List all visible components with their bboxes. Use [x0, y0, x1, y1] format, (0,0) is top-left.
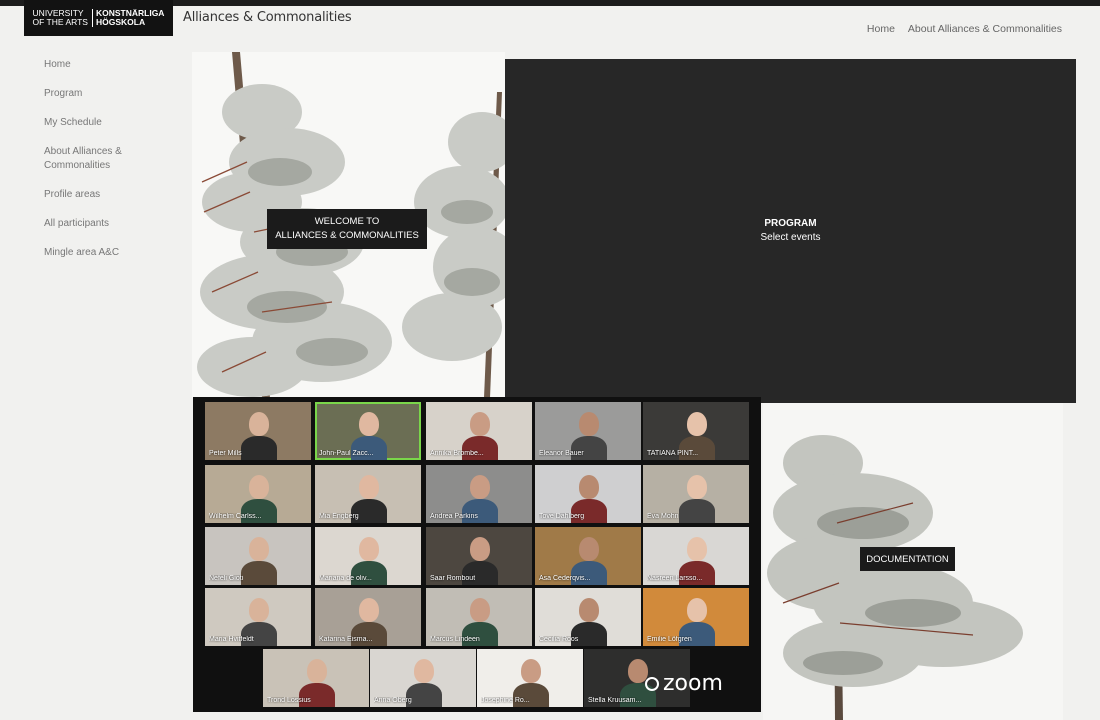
participant-face [249, 598, 269, 622]
participant-name: Stella Kruusam... [588, 697, 642, 704]
documentation-button[interactable]: DOCUMENTATION [860, 547, 955, 571]
top-nav: Home About Alliances & Commonalities [867, 23, 1062, 35]
participant-name: Nasreen Larsso... [647, 575, 703, 582]
participant-name: John-Paul Zacc... [319, 450, 374, 457]
participant-name: Eleanor Bauer [539, 450, 584, 457]
welcome-line-2: ALLIANCES & COMMONALITIES [275, 230, 419, 241]
participant-name: Saar Rombout [430, 575, 476, 582]
participant-face [521, 659, 541, 683]
participant-tile[interactable]: Anna Öberg [370, 649, 476, 707]
participant-face [579, 412, 599, 436]
participant-tile[interactable]: Wilhelm Carlss... [205, 465, 311, 523]
participant-name: Maria Hvitfeldt [209, 636, 254, 643]
participant-tile[interactable]: TATIANA PINT... [643, 402, 749, 460]
participant-tile[interactable]: Annika Brombe... [426, 402, 532, 460]
participant-name: Cecilia Roos [539, 636, 579, 643]
participant-face [307, 659, 327, 683]
sidebar-item-all-participants[interactable]: All participants [44, 217, 144, 231]
participant-face [470, 598, 490, 622]
participant-name: Nefeli Gioti [209, 575, 244, 582]
zoom-gallery: Peter Mills John-Paul Zacc... Annika Bromb… [193, 397, 761, 712]
participant-tile[interactable]: Mia Engberg [315, 465, 421, 523]
participant-tile[interactable]: Andrea Parkins [426, 465, 532, 523]
participant-name: Katarina Eisma... [319, 636, 373, 643]
participant-face [414, 659, 434, 683]
participant-face [359, 537, 379, 561]
participant-tile[interactable]: Tove Dahlberg [535, 465, 641, 523]
participant-tile[interactable]: Peter Mills [205, 402, 311, 460]
participant-name: Andrea Parkins [430, 513, 478, 520]
participant-face [249, 412, 269, 436]
participant-tile[interactable]: Trond Lossius [263, 649, 369, 707]
logo-line: OF THE ARTS [32, 17, 88, 27]
participant-video [679, 499, 715, 523]
participant-tile[interactable]: Emilie Löfgren [643, 588, 749, 646]
participant-face [687, 598, 707, 622]
participant-name: Eva Mohn [647, 513, 679, 520]
participant-face [359, 475, 379, 499]
participant-face [579, 598, 599, 622]
participant-face [249, 475, 269, 499]
participant-tile[interactable]: Mariana de oliv... [315, 527, 421, 585]
participant-name: Anna Öberg [374, 697, 412, 704]
participant-face [470, 537, 490, 561]
logo-line: HÖGSKOLA [95, 17, 146, 27]
participant-tile[interactable]: John-Paul Zacc... [315, 402, 421, 460]
participant-video [241, 436, 277, 460]
participant-name: Trond Lossius [267, 697, 311, 704]
topnav-home-link[interactable]: Home [867, 23, 895, 35]
welcome-line-1: WELCOME TO [314, 216, 380, 227]
participant-name: Annika Brombe... [430, 450, 484, 457]
participant-name: Josephine Ro... [481, 697, 530, 704]
sidebar-item-home[interactable]: Home [44, 58, 144, 72]
participant-face [249, 537, 269, 561]
program-subtitle: Select events [760, 232, 821, 243]
participant-tile[interactable]: Åsa Cederqvis... [535, 527, 641, 585]
participant-face [359, 598, 379, 622]
participant-face [687, 412, 707, 436]
participant-face [470, 412, 490, 436]
participant-face [579, 475, 599, 499]
sidebar-item-profile-areas[interactable]: Profile areas [44, 188, 144, 202]
participant-face [359, 412, 379, 436]
participant-face [687, 537, 707, 561]
zoom-brand: zoom [663, 671, 723, 696]
participant-tile[interactable]: Nasreen Larsso... [643, 527, 749, 585]
sidebar-item-my-schedule[interactable]: My Schedule [44, 116, 144, 130]
participant-face [470, 475, 490, 499]
participant-name: Mia Engberg [319, 513, 359, 520]
participant-tile[interactable]: Josephine Ro... [477, 649, 583, 707]
topnav-about-link[interactable]: About Alliances & Commonalities [908, 23, 1062, 35]
participant-tile[interactable]: Maria Hvitfeldt [205, 588, 311, 646]
participant-name: Peter Mills [209, 450, 242, 457]
sidebar-item-about[interactable]: About Alliances & Commonalities [44, 145, 144, 173]
participant-tile[interactable]: Eleanor Bauer [535, 402, 641, 460]
sidebar-item-program[interactable]: Program [44, 87, 144, 101]
participant-tile[interactable]: Katarina Eisma... [315, 588, 421, 646]
participant-name: Marcus Lindeen [430, 636, 480, 643]
program-panel[interactable]: PROGRAM Select events [505, 59, 1076, 403]
participant-name: Åsa Cederqvis... [539, 575, 591, 582]
participant-tile[interactable]: Cecilia Roos [535, 588, 641, 646]
sidebar-item-mingle-area[interactable]: Mingle area A&C [44, 246, 144, 260]
sidebar-nav: Home Program My Schedule About Alliances… [44, 58, 184, 275]
site-title[interactable]: Alliances & Commonalities [183, 10, 352, 25]
university-logo[interactable]: UNIVERSITY OF THE ARTS KONSTNÄRLIGA HÖGS… [24, 0, 173, 36]
participant-name: Tove Dahlberg [539, 513, 585, 520]
participant-tile[interactable]: Nefeli Gioti [205, 527, 311, 585]
program-title: PROGRAM [764, 218, 817, 229]
welcome-banner[interactable]: WELCOME TO ALLIANCES & COMMONALITIES [267, 209, 427, 249]
participant-video [241, 561, 277, 585]
participant-name: Mariana de oliv... [319, 575, 372, 582]
participant-face [579, 537, 599, 561]
participant-name: TATIANA PINT... [647, 450, 699, 457]
participant-tile[interactable]: Saar Rombout [426, 527, 532, 585]
participant-face [687, 475, 707, 499]
zoom-watermark: zoom [645, 671, 723, 696]
participant-tile[interactable]: Eva Mohn [643, 465, 749, 523]
participant-name: Wilhelm Carlss... [209, 513, 262, 520]
participant-name: Emilie Löfgren [647, 636, 692, 643]
participant-tile[interactable]: Marcus Lindeen [426, 588, 532, 646]
camera-icon [645, 676, 659, 691]
